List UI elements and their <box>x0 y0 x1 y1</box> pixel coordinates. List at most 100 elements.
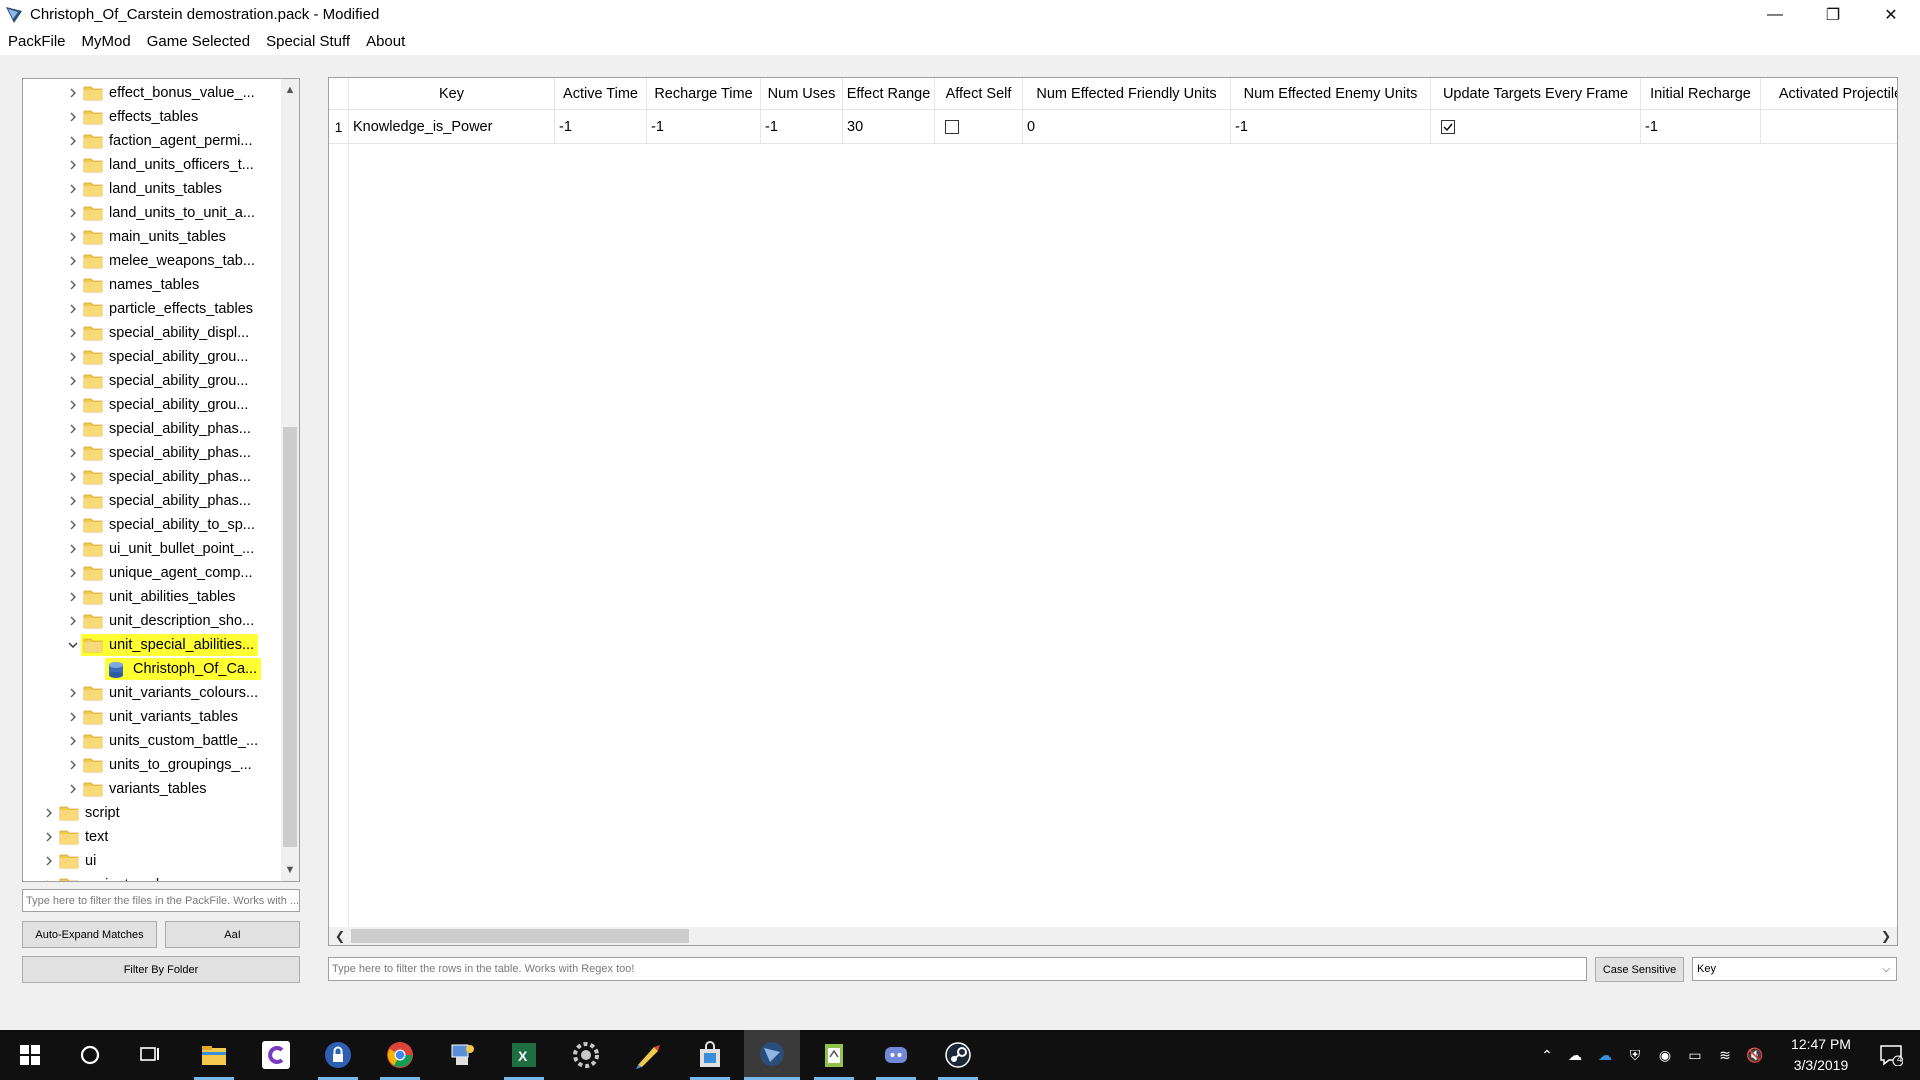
chevron-right-icon[interactable] <box>65 225 81 249</box>
chevron-right-icon[interactable] <box>65 489 81 513</box>
case-sensitive-button[interactable]: Case Sensitive <box>1595 957 1684 982</box>
tree-item[interactable]: units_custom_battle_... <box>23 729 281 753</box>
action-center-icon[interactable]: 4 <box>1866 1030 1916 1080</box>
column-header[interactable]: Recharge Time <box>647 78 761 110</box>
tree-item[interactable]: special_ability_grou... <box>23 393 281 417</box>
table-scroll-thumb[interactable] <box>351 929 689 943</box>
row-number[interactable]: 1 <box>329 110 349 144</box>
tree-item[interactable]: ui <box>23 849 281 873</box>
table-cell-enemy-units[interactable]: -1 <box>1231 110 1431 144</box>
tree-item[interactable]: special_ability_phas... <box>23 489 281 513</box>
menu-packfile[interactable]: PackFile <box>0 29 74 55</box>
column-header[interactable]: Num Uses <box>761 78 843 110</box>
tree-item[interactable]: script <box>23 801 281 825</box>
tree-item[interactable]: unit_abilities_tables <box>23 585 281 609</box>
chevron-right-icon[interactable] <box>41 873 57 881</box>
chevron-right-icon[interactable] <box>65 729 81 753</box>
chevron-right-icon[interactable] <box>41 849 57 873</box>
defender-shield-icon[interactable]: ⛨ <box>1620 1047 1650 1064</box>
chevron-right-icon[interactable] <box>65 105 81 129</box>
cloud-icon[interactable]: ☁ <box>1560 1047 1590 1064</box>
case-sensitive-toggle-button[interactable]: AaI <box>165 921 300 948</box>
tree-item[interactable]: unit_variants_tables <box>23 705 281 729</box>
checkbox-checked[interactable] <box>1441 120 1455 134</box>
table-row[interactable]: 1 Knowledge_is_Power -1 -1 -1 30 0 -1 -1 <box>329 110 1897 144</box>
column-header[interactable]: Update Targets Every Frame <box>1431 78 1641 110</box>
tree-item[interactable]: special_ability_to_sp... <box>23 513 281 537</box>
menu-about[interactable]: About <box>358 29 413 55</box>
table-corner[interactable] <box>329 78 349 110</box>
table-cell-active-time[interactable]: -1 <box>555 110 647 144</box>
chevron-right-icon[interactable] <box>65 177 81 201</box>
table-cell-activated-projectile[interactable] <box>1761 110 1897 144</box>
tree-item[interactable]: units_to_groupings_... <box>23 753 281 777</box>
chrome-icon[interactable] <box>372 1030 428 1080</box>
tree-item[interactable]: effects_tables <box>23 105 281 129</box>
auto-expand-matches-button[interactable]: Auto-Expand Matches <box>22 921 157 948</box>
tree-item[interactable]: special_ability_phas... <box>23 417 281 441</box>
chevron-right-icon[interactable] <box>65 321 81 345</box>
show-hidden-icons-icon[interactable]: ⌃ <box>1534 1047 1560 1064</box>
table-cell-friendly-units[interactable]: 0 <box>1023 110 1231 144</box>
chevron-right-icon[interactable] <box>65 153 81 177</box>
table-cell-affect-self[interactable] <box>935 110 1023 144</box>
tree-item[interactable]: ui_unit_bullet_point_... <box>23 537 281 561</box>
chevron-right-icon[interactable] <box>65 753 81 777</box>
pen-tool-icon[interactable] <box>620 1030 676 1080</box>
search-circle-icon[interactable] <box>62 1030 118 1080</box>
tree-item[interactable]: Christoph_Of_Ca... <box>23 657 281 681</box>
task-view-icon[interactable] <box>122 1030 178 1080</box>
chevron-right-icon[interactable] <box>65 537 81 561</box>
excel-icon[interactable]: X <box>496 1030 552 1080</box>
tree-item[interactable]: land_units_tables <box>23 177 281 201</box>
tree-item[interactable]: special_ability_phas... <box>23 465 281 489</box>
file-explorer-icon[interactable] <box>186 1030 242 1080</box>
tree-scroll-thumb[interactable] <box>283 427 297 847</box>
filter-by-folder-button[interactable]: Filter By Folder <box>22 956 300 983</box>
tree-item[interactable]: faction_agent_permi... <box>23 129 281 153</box>
tree-item[interactable]: special_ability_phas... <box>23 441 281 465</box>
chevron-right-icon[interactable] <box>41 825 57 849</box>
scroll-right-arrow-icon[interactable]: ❯ <box>1877 927 1895 945</box>
data-table[interactable]: Key Active Time Recharge Time Num Uses Effec… <box>328 77 1898 946</box>
tree-item[interactable]: particle_effects_tables <box>23 297 281 321</box>
security-lock-icon[interactable]: ◉ <box>1650 1047 1680 1064</box>
table-cell-num-uses[interactable]: -1 <box>761 110 843 144</box>
chevron-right-icon[interactable] <box>65 609 81 633</box>
close-button[interactable]: ✕ <box>1862 0 1920 29</box>
minimize-button[interactable]: — <box>1746 0 1804 29</box>
tree-item[interactable]: land_units_officers_t... <box>23 153 281 177</box>
scroll-left-arrow-icon[interactable]: ❮ <box>331 927 349 945</box>
scroll-down-arrow-icon[interactable]: ▼ <box>281 861 299 879</box>
table-cell-recharge-time[interactable]: -1 <box>647 110 761 144</box>
tree-item[interactable]: melee_weapons_tab... <box>23 249 281 273</box>
chevron-right-icon[interactable] <box>65 273 81 297</box>
chevron-right-icon[interactable] <box>65 129 81 153</box>
chevron-right-icon[interactable] <box>65 201 81 225</box>
chevron-right-icon[interactable] <box>65 297 81 321</box>
chevron-down-icon[interactable] <box>65 633 81 657</box>
chevron-right-icon[interactable] <box>65 465 81 489</box>
tree-item[interactable]: special_ability_grou... <box>23 369 281 393</box>
column-header[interactable]: Num Effected Friendly Units <box>1023 78 1231 110</box>
rpfm-app-icon[interactable] <box>744 1030 800 1080</box>
checkbox-unchecked[interactable] <box>945 120 959 134</box>
chevron-right-icon[interactable] <box>65 81 81 105</box>
chevron-right-icon[interactable] <box>65 369 81 393</box>
column-header[interactable]: Activated Projectile <box>1761 78 1897 110</box>
tree-item[interactable]: unique_agent_comp... <box>23 561 281 585</box>
restore-button[interactable]: ❐ <box>1804 0 1862 29</box>
chevron-right-icon[interactable] <box>41 801 57 825</box>
chevron-right-icon[interactable] <box>65 345 81 369</box>
menu-mymod[interactable]: MyMod <box>74 29 139 55</box>
table-horizontal-scrollbar[interactable]: ❮ ❯ <box>329 927 1897 945</box>
column-header[interactable]: Num Effected Enemy Units <box>1231 78 1431 110</box>
table-cell-effect-range[interactable]: 30 <box>843 110 935 144</box>
table-cell-key[interactable]: Knowledge_is_Power <box>349 110 555 144</box>
column-header[interactable]: Affect Self <box>935 78 1023 110</box>
tree-item[interactable]: unit_description_sho... <box>23 609 281 633</box>
steam-icon[interactable] <box>930 1030 986 1080</box>
tree-item[interactable]: names_tables <box>23 273 281 297</box>
battery-icon[interactable]: ▭ <box>1680 1047 1710 1064</box>
chevron-right-icon[interactable] <box>65 585 81 609</box>
